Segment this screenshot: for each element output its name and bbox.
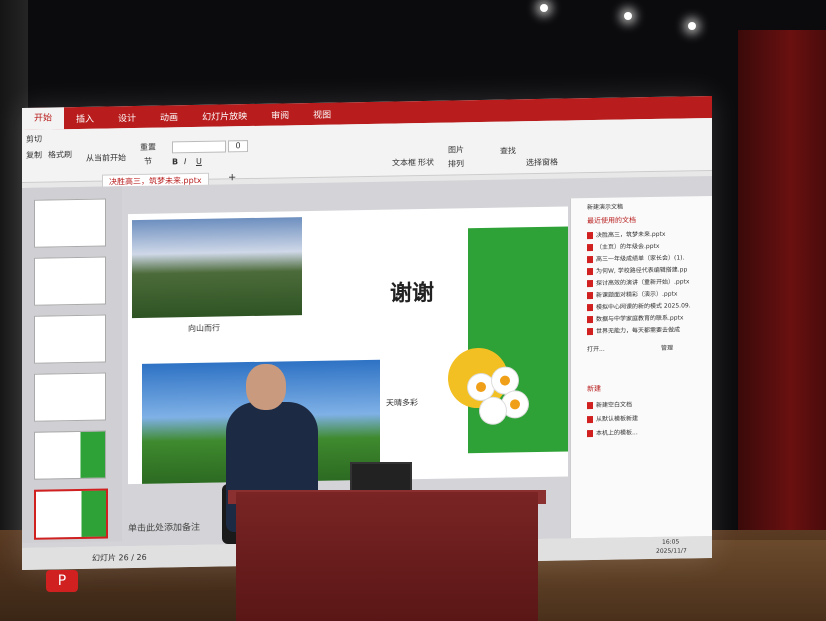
tab-design[interactable]: 设计 bbox=[106, 110, 148, 124]
recent-file-name: 模拟中心网课的新的模式 2025.09. bbox=[596, 302, 691, 311]
recent-file-item[interactable]: 探讨高效的演讲（重新开始）.pptx bbox=[587, 276, 690, 288]
ppt-file-icon bbox=[587, 304, 593, 312]
rainbow-caption: 天晴多彩 bbox=[386, 398, 418, 408]
recent-file-item[interactable]: 数据与中学家庭教育的联系.pptx bbox=[587, 312, 684, 324]
ppt-file-icon bbox=[587, 316, 593, 324]
new-from-default-item[interactable]: 从默认模板新建 bbox=[587, 413, 639, 424]
slide-thumbnail-pane bbox=[22, 186, 122, 543]
tab-start[interactable]: 开始 bbox=[22, 107, 65, 130]
open-link[interactable]: 打开... bbox=[587, 344, 605, 353]
recent-files-title: 最近使用的文档 bbox=[587, 216, 636, 226]
new-tab-button[interactable]: + bbox=[228, 172, 236, 183]
current-slide[interactable]: 谢谢 向山而行 天晴多彩 bbox=[128, 206, 568, 485]
daisy-flowers-picture bbox=[458, 367, 538, 438]
manage-link[interactable]: 管理 bbox=[661, 343, 673, 352]
slide-thumbnail[interactable] bbox=[34, 314, 106, 364]
ceiling-light bbox=[540, 4, 548, 12]
new-blank-item[interactable]: 新建空白文档 bbox=[587, 399, 633, 410]
ppt-file-icon bbox=[587, 244, 593, 252]
italic-icon[interactable]: I bbox=[184, 157, 186, 166]
font-size-field[interactable]: 0 bbox=[228, 140, 248, 153]
slide-thumbnail-selected[interactable] bbox=[34, 488, 108, 540]
slide-thumbnail[interactable] bbox=[34, 430, 106, 480]
font-name-dropdown[interactable] bbox=[172, 140, 226, 154]
local-templates-item[interactable]: 本机上的模板... bbox=[587, 427, 638, 438]
right-curtain bbox=[738, 30, 826, 590]
ppt-file-icon bbox=[587, 292, 593, 300]
slide-thumbnail[interactable] bbox=[34, 198, 106, 248]
template-icon bbox=[587, 430, 593, 438]
ppt-file-icon bbox=[587, 280, 593, 288]
tab-animation[interactable]: 动画 bbox=[148, 110, 190, 124]
notes-placeholder[interactable]: 单击此处添加备注 bbox=[128, 520, 200, 534]
bold-icon[interactable]: B bbox=[172, 157, 178, 166]
mountain-photo bbox=[132, 217, 302, 319]
selection-pane-button[interactable]: 选择窗格 bbox=[526, 157, 558, 169]
recent-file-item[interactable]: 模拟中心网课的新的模式 2025.09. bbox=[587, 300, 691, 312]
tab-slideshow[interactable]: 幻灯片放映 bbox=[190, 108, 259, 123]
text-box-button[interactable]: 文本框 bbox=[392, 157, 416, 168]
recent-file-name: 为何W, 学校路径代表编辑搭建.pp bbox=[596, 266, 688, 275]
new-section-title: 新建 bbox=[587, 384, 601, 394]
picture-button[interactable]: 图片 bbox=[448, 144, 464, 155]
recent-file-item[interactable]: 决胜高三，筑梦未来.pptx bbox=[587, 229, 666, 240]
new-item-label: 本机上的模板... bbox=[596, 429, 638, 437]
presenter-head bbox=[246, 364, 286, 410]
clock-date: 2025/11/7 bbox=[656, 547, 687, 555]
app-logo-icon: P bbox=[46, 570, 78, 592]
ppt-file-icon bbox=[587, 256, 593, 264]
clock-time: 16:05 bbox=[662, 538, 680, 546]
recent-file-item[interactable]: 为何W, 学校路径代表编辑搭建.pp bbox=[587, 264, 688, 276]
slide-counter: 幻灯片 26 / 26 bbox=[92, 552, 147, 563]
recent-file-item[interactable]: （主页）的年级会.pptx bbox=[587, 241, 660, 252]
ppt-file-icon bbox=[587, 232, 593, 240]
arrange-button[interactable]: 排列 bbox=[448, 158, 464, 169]
mountain-caption: 向山而行 bbox=[188, 323, 220, 334]
tab-view[interactable]: 视图 bbox=[301, 107, 343, 121]
recent-file-name: 决胜高三，筑梦未来.pptx bbox=[596, 230, 666, 239]
find-button[interactable]: 查找 bbox=[500, 145, 516, 156]
recent-file-item[interactable]: 新课题面对精彩（演示）.pptx bbox=[587, 289, 677, 300]
tab-review[interactable]: 审阅 bbox=[259, 108, 301, 122]
podium bbox=[236, 492, 538, 621]
panel-header: 新建演示文稿 bbox=[587, 203, 624, 212]
recent-file-name: （主页）的年级会.pptx bbox=[596, 242, 660, 251]
recent-file-name: 高三一年级成绩单（家长会）(1). bbox=[596, 254, 685, 263]
shape-button[interactable]: 形状 bbox=[418, 157, 434, 168]
start-from-current-button[interactable]: 从当前开始 bbox=[86, 152, 126, 164]
tab-insert[interactable]: 插入 bbox=[64, 111, 106, 125]
slide-thumbnail[interactable] bbox=[34, 372, 106, 422]
new-item-label: 从默认模板新建 bbox=[596, 415, 639, 423]
ceiling-light bbox=[624, 12, 632, 20]
recent-file-name: 新课题面对精彩（演示）.pptx bbox=[596, 290, 678, 299]
recent-file-name: 数据与中学家庭教育的联系.pptx bbox=[596, 314, 684, 323]
section-button[interactable]: 节 bbox=[144, 156, 152, 167]
slide-title: 谢谢 bbox=[390, 280, 435, 307]
reset-button[interactable]: 重置 bbox=[140, 142, 156, 153]
ceiling-light bbox=[688, 22, 696, 30]
recent-file-name: 世界无能力，每天都需要去做成 bbox=[596, 326, 681, 335]
ppt-file-icon bbox=[587, 268, 593, 276]
cut-button[interactable]: 剪切 bbox=[26, 134, 42, 145]
slide-thumbnail[interactable] bbox=[34, 256, 106, 306]
format-painter-button[interactable]: 格式刷 bbox=[48, 149, 72, 160]
recent-file-name: 探讨高效的演讲（重新开始）.pptx bbox=[596, 278, 690, 287]
task-pane: 新建演示文稿 最近使用的文档 决胜高三，筑梦未来.pptx （主页）的年级会.p… bbox=[570, 195, 712, 539]
new-item-label: 新建空白文档 bbox=[596, 401, 633, 409]
recent-file-item[interactable]: 高三一年级成绩单（家长会）(1). bbox=[587, 252, 685, 264]
copy-button[interactable]: 复制 bbox=[26, 150, 42, 161]
ppt-file-icon bbox=[587, 328, 593, 336]
template-icon bbox=[587, 416, 593, 424]
underline-icon[interactable]: U bbox=[196, 157, 202, 166]
recent-file-item[interactable]: 世界无能力，每天都需要去做成 bbox=[587, 325, 680, 336]
new-doc-icon bbox=[587, 402, 593, 410]
